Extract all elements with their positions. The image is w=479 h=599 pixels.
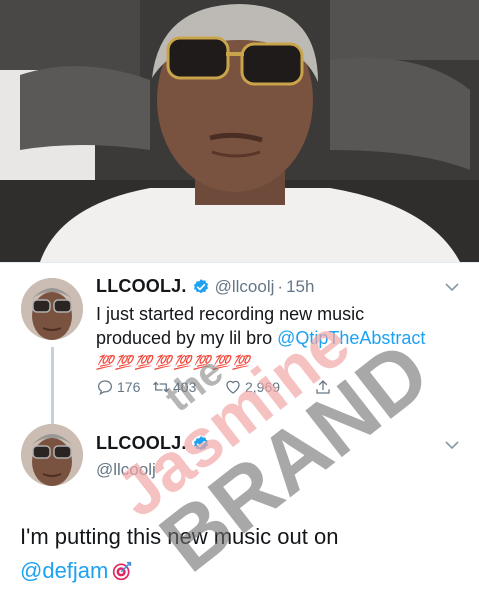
tweet-text-line-1: I'm putting this new music out on [20, 524, 339, 549]
tweet-text-line-2: produced by my lil bro @QtipTheAbstract [96, 326, 466, 350]
display-name[interactable]: LLCOOLJ. [96, 433, 187, 454]
tweet-photo[interactable] [0, 0, 479, 262]
tweet-text-prefix: produced by my lil bro [96, 328, 278, 348]
chevron-down-icon[interactable] [445, 440, 459, 450]
reply-button[interactable]: 176 [96, 378, 152, 396]
verified-badge-icon [193, 278, 208, 293]
tweet-header: LLCOOLJ. @llcoolj · 15h [96, 276, 314, 297]
tweet-text: I'm putting this new music out on @defja… [20, 520, 338, 588]
handle[interactable]: @llcoolj [215, 277, 275, 297]
tweet-1[interactable]: LLCOOLJ. @llcoolj · 15h I just started r… [0, 268, 479, 418]
tweet-actions: 176 403 2,969 [96, 378, 335, 396]
chevron-down-icon[interactable] [445, 282, 459, 292]
reply-count: 176 [117, 379, 141, 395]
avatar[interactable] [21, 424, 83, 486]
hundred-points-emoji-row: 💯💯💯💯💯💯💯💯 [96, 354, 252, 370]
tweet-text-line-1: I just started recording new music [96, 304, 365, 324]
retweet-icon [153, 381, 169, 393]
direct-hit-icon [113, 561, 132, 581]
verified-badge-icon [193, 435, 208, 450]
share-button[interactable] [314, 378, 335, 396]
tweet-2[interactable]: LLCOOLJ. @llcoolj I'm putting this new m… [0, 420, 479, 599]
mention-link[interactable]: @QtipTheAbstract [277, 328, 425, 348]
like-button[interactable]: 2,969 [224, 378, 314, 396]
avatar-image [21, 424, 83, 486]
share-icon [316, 380, 330, 394]
handle[interactable]: @llcoolj [96, 460, 156, 480]
retweet-count: 403 [173, 379, 197, 395]
avatar-image [21, 278, 83, 340]
avatar[interactable] [21, 278, 83, 340]
tweet-text-line-2: @defjam [20, 554, 338, 588]
divider [0, 262, 479, 263]
mention-link[interactable]: @defjam [20, 558, 108, 583]
like-count: 2,969 [245, 379, 281, 395]
retweet-button[interactable]: 403 [152, 378, 224, 396]
separator-dot: · [277, 276, 284, 296]
reply-icon [97, 380, 113, 396]
tweet-header: LLCOOLJ. [96, 433, 210, 454]
timestamp[interactable]: 15h [286, 277, 314, 297]
like-icon [226, 380, 240, 394]
display-name[interactable]: LLCOOLJ. [96, 276, 187, 297]
photo-image [0, 0, 479, 262]
tweet-text: I just started recording new music produ… [96, 302, 466, 374]
